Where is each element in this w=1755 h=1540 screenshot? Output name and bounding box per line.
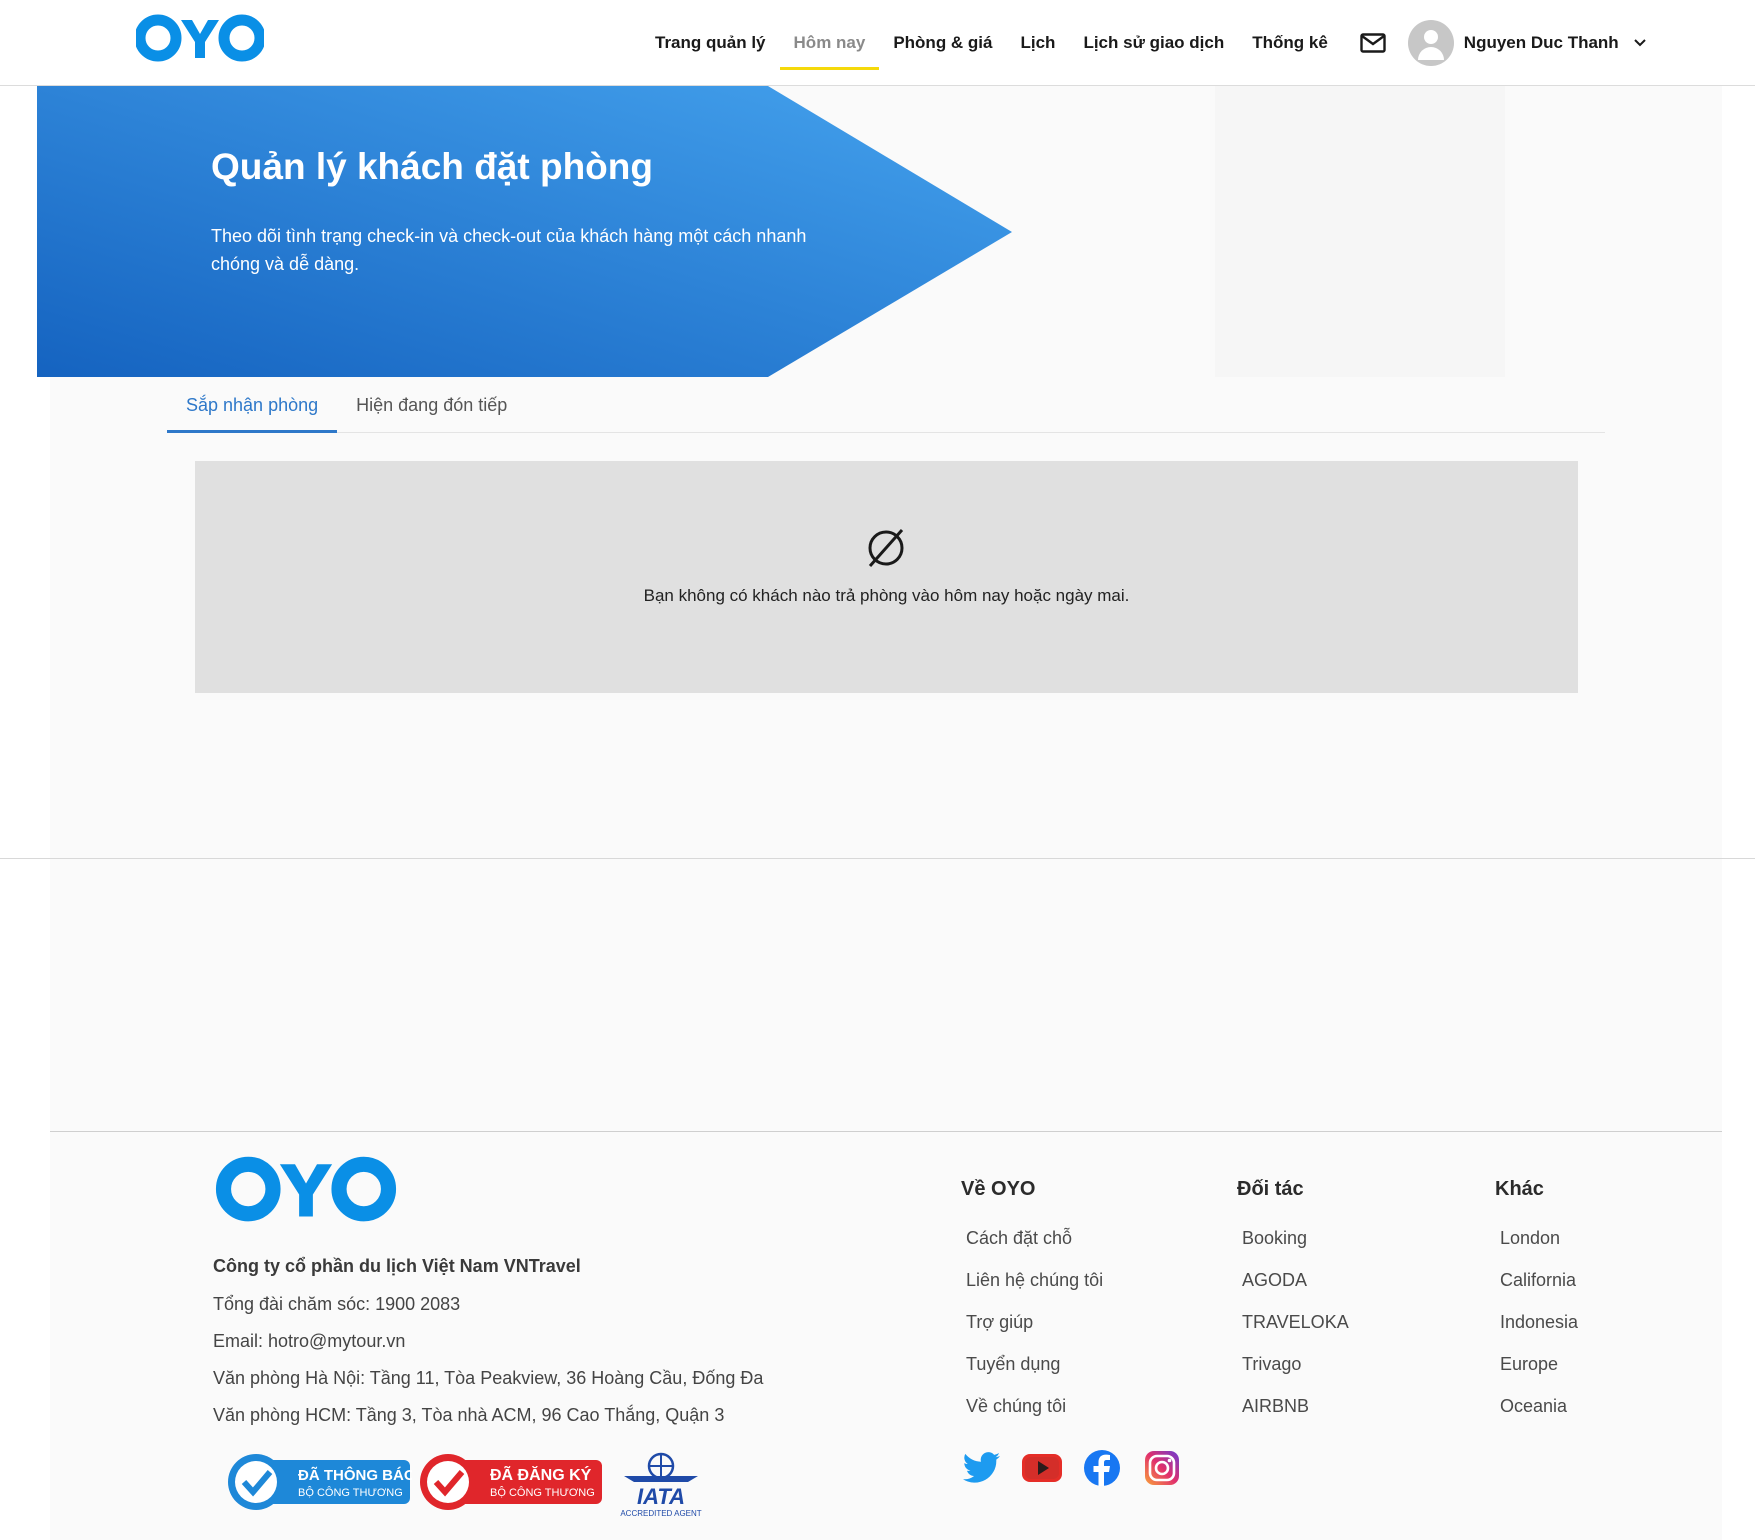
footer-link-california[interactable]: California: [1500, 1270, 1576, 1291]
empty-set-icon: [868, 529, 904, 567]
footer-link-oceania[interactable]: Oceania: [1500, 1396, 1567, 1417]
company-name: Công ty cổ phần du lịch Việt Nam VNTrave…: [213, 1256, 581, 1276]
top-header: Trang quản lý Hôm nay Phòng & giá Lịch L…: [0, 0, 1755, 86]
footer-link-airbnb[interactable]: AIRBNB: [1242, 1396, 1309, 1417]
registered-moit-notify-badge[interactable]: ĐÃ THÔNG BÁO BỘ CÔNG THƯƠNG: [226, 1452, 412, 1512]
empty-state-message: Bạn không có khách nào trả phòng vào hôm…: [643, 586, 1130, 605]
footer-link-agoda[interactable]: AGODA: [1242, 1270, 1307, 1291]
page-description: Theo dõi tình trạng check-in và check-ou…: [211, 226, 807, 274]
nav-rooms-prices[interactable]: Phòng & giá: [893, 0, 992, 86]
user-name: Nguyen Duc Thanh: [1463, 33, 1619, 52]
footer-link-careers[interactable]: Tuyển dụng: [966, 1354, 1060, 1375]
footer-link-contact[interactable]: Liên hệ chúng tôi: [966, 1270, 1103, 1291]
nav-calendar[interactable]: Lịch: [1021, 0, 1056, 86]
badge2-line2: BỘ CÔNG THƯƠNG: [490, 1486, 595, 1499]
facebook-icon[interactable]: [1082, 1448, 1122, 1488]
user-menu[interactable]: Nguyen Duc Thanh: [1407, 20, 1647, 66]
office-hcm-text: Văn phòng HCM: Tầng 3, Tòa nhà ACM, 96 C…: [213, 1405, 725, 1425]
nav-today[interactable]: Hôm nay: [779, 0, 880, 86]
instagram-icon[interactable]: [1142, 1448, 1182, 1488]
footer-col-other-title: Khác: [1495, 1178, 1544, 1200]
empty-state-panel: [195, 461, 1578, 693]
youtube-icon[interactable]: [1020, 1448, 1064, 1488]
footer-link-about-us[interactable]: Về chúng tôi: [966, 1396, 1066, 1417]
mail-icon[interactable]: [1360, 33, 1386, 53]
tab-upcoming-checkin[interactable]: Sắp nhận phòng: [167, 377, 338, 433]
registered-moit-badge[interactable]: ĐÃ ĐĂNG KÝ BỘ CÔNG THƯƠNG: [418, 1452, 604, 1512]
footer-divider: [50, 1131, 1722, 1132]
chevron-down-icon: [1633, 39, 1646, 47]
nav-transaction-history[interactable]: Lịch sử giao dịch: [1083, 0, 1224, 86]
banner-side-panel: [1215, 86, 1505, 377]
office-hanoi-text: Văn phòng Hà Nội: Tầng 11, Tòa Peakview,…: [213, 1368, 764, 1388]
footer-link-traveloka[interactable]: TRAVELOKA: [1242, 1312, 1349, 1333]
footer-link-how-to-book[interactable]: Cách đặt chỗ: [966, 1228, 1072, 1249]
user-avatar-icon: [1407, 20, 1454, 66]
badge2-line1: ĐÃ ĐĂNG KÝ: [490, 1464, 592, 1484]
badge1-line1: ĐÃ THÔNG BÁO: [298, 1466, 412, 1484]
footer-link-booking[interactable]: Booking: [1242, 1228, 1307, 1249]
page-title: Quản lý khách đặt phòng: [211, 146, 653, 187]
footer-link-help[interactable]: Trợ giúp: [966, 1312, 1033, 1333]
nav-statistics[interactable]: Thống kê: [1252, 0, 1328, 86]
tab-currently-hosting[interactable]: Hiện đang đón tiếp: [337, 377, 526, 433]
main-nav: Trang quản lý Hôm nay Phòng & giá Lịch L…: [655, 0, 1647, 86]
iata-badge[interactable]: IATA ACCREDITED AGENT: [618, 1452, 704, 1520]
footer-link-london[interactable]: London: [1500, 1228, 1560, 1249]
nav-dashboard[interactable]: Trang quản lý: [655, 0, 766, 86]
footer-oyo-logo[interactable]: [214, 1156, 398, 1222]
iata-sub: ACCREDITED AGENT: [620, 1509, 701, 1518]
email-text: Email: hotro@mytour.vn: [213, 1331, 406, 1351]
twitter-icon[interactable]: [962, 1448, 1002, 1488]
oyo-logo[interactable]: [136, 14, 264, 62]
guest-tabs: Sắp nhận phòng Hiện đang đón tiếp: [167, 377, 1605, 433]
footer-link-trivago[interactable]: Trivago: [1242, 1354, 1301, 1375]
iata-label: IATA: [637, 1484, 685, 1509]
footer-col-partners-title: Đối tác: [1237, 1178, 1304, 1200]
badge1-line2: BỘ CÔNG THƯƠNG: [298, 1486, 403, 1499]
footer-link-europe[interactable]: Europe: [1500, 1354, 1558, 1375]
hotline-text: Tổng đài chăm sóc: 1900 2083: [213, 1294, 461, 1314]
footer-link-indonesia[interactable]: Indonesia: [1500, 1312, 1578, 1333]
footer-col-about-title: Về OYO: [961, 1178, 1036, 1200]
